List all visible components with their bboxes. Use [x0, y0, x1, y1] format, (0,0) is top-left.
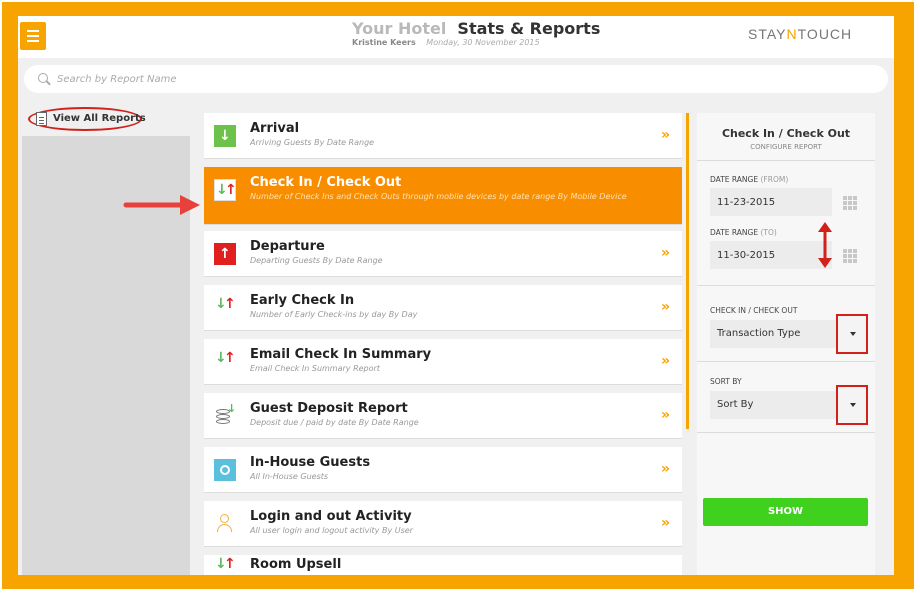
screenshot-frame: Your Hotel Stats & Reports Kristine Keer…	[2, 2, 914, 589]
report-description: Arriving Guests By Date Range	[250, 138, 375, 147]
report-name: Room Upsell	[250, 557, 342, 572]
brand-text-right: TOUCH	[797, 26, 853, 42]
divider	[697, 361, 875, 362]
menu-line	[27, 30, 39, 32]
user-activity-icon	[214, 513, 236, 535]
date-to-hint: (To)	[760, 228, 777, 237]
date-from-label: Date Range (From)	[710, 175, 788, 184]
transaction-type-value: Transaction Type	[717, 328, 801, 339]
room-upsell-icon: ↓ ↑	[215, 556, 236, 572]
sidebar-header: View All Reports	[22, 101, 190, 136]
report-item-early-check-in[interactable]: ↓ ↑ Early Check In Number of Early Check-…	[204, 285, 682, 331]
chevron-down-icon[interactable]	[836, 385, 868, 425]
report-name: Early Check In	[250, 293, 355, 308]
date-from-label-text: Date Range	[710, 175, 759, 184]
report-description: Number of Early Check-ins by day By Day	[250, 310, 418, 319]
date-from-hint: (From)	[760, 175, 789, 184]
email-checkin-icon: ↓ ↑	[215, 350, 236, 366]
top-bar: Your Hotel Stats & Reports Kristine Keer…	[18, 16, 894, 58]
report-description: All user login and logout activity By Us…	[250, 526, 413, 535]
menu-line	[27, 35, 39, 37]
user-date-line: Kristine Keers Monday, 30 November 2015	[352, 38, 540, 47]
sort-by-label: Sort By	[710, 377, 742, 386]
hamburger-menu-button[interactable]	[20, 22, 46, 50]
report-name: Guest Deposit Report	[250, 401, 408, 416]
view-all-reports-button[interactable]: View All Reports	[28, 107, 146, 131]
deposit-coins-icon: ↓	[214, 402, 236, 427]
hotel-name: Your Hotel	[352, 19, 447, 38]
brand-logo: STAYNTOUCH	[748, 26, 852, 42]
user-name: Kristine Keers	[352, 38, 416, 47]
panel-subtitle: Configure Report	[750, 143, 822, 151]
report-item-login-out-activity[interactable]: Login and out Activity All user login an…	[204, 501, 682, 547]
annotation-double-arrow-icon	[818, 222, 832, 268]
show-button[interactable]: SHOW	[703, 498, 868, 526]
date-to-label-text: Date Range	[710, 228, 759, 237]
search-icon	[38, 73, 48, 83]
chevron-right-icon: »	[660, 127, 670, 143]
checkin-checkout-icon: ↓ ↑	[214, 179, 237, 201]
menu-line	[27, 40, 39, 42]
report-description: Departing Guests By Date Range	[250, 256, 383, 265]
panel-title: Check In / Check Out	[721, 127, 851, 140]
early-checkin-icon: ↓ ↑	[215, 296, 236, 312]
business-date: Monday, 30 November 2015	[426, 38, 540, 47]
divider	[697, 432, 875, 433]
departure-icon: ↑	[214, 243, 236, 265]
report-item-email-check-in-summary[interactable]: ↓ ↑ Email Check In Summary Email Check In…	[204, 339, 682, 385]
title-block: Your Hotel Stats & Reports	[352, 19, 652, 38]
chevron-right-icon: »	[660, 299, 670, 315]
report-item-departure[interactable]: ↑ Departure Departing Guests By Date Ran…	[204, 231, 682, 277]
report-item-arrival[interactable]: ↓ Arrival Arriving Guests By Date Range …	[204, 113, 682, 159]
sidebar: View All Reports	[22, 101, 190, 575]
report-item-room-upsell[interactable]: ↓ ↑ Room Upsell	[204, 555, 682, 575]
report-name: Email Check In Summary	[250, 347, 432, 362]
report-name: Departure	[250, 239, 325, 254]
report-description: All In-House Guests	[250, 472, 329, 481]
date-to-field[interactable]	[710, 241, 832, 269]
document-icon	[36, 112, 47, 126]
chevron-down-icon[interactable]	[836, 314, 868, 354]
check-in-out-label: Check In / Check Out	[710, 306, 798, 315]
calendar-icon[interactable]	[843, 249, 857, 263]
sort-by-select[interactable]: Sort By	[710, 385, 868, 425]
chevron-right-icon: »	[660, 353, 670, 369]
app-screen: Your Hotel Stats & Reports Kristine Keer…	[18, 16, 894, 575]
search-bar	[24, 65, 888, 93]
date-to-label: Date Range (To)	[710, 228, 777, 237]
chevron-right-icon: »	[660, 245, 670, 261]
in-house-icon	[214, 459, 236, 481]
report-name: Login and out Activity	[250, 509, 412, 524]
report-description: Deposit due / paid by date By Date Range	[250, 418, 419, 427]
chevron-right-icon: »	[660, 407, 670, 423]
calendar-icon[interactable]	[843, 196, 857, 210]
view-all-reports-label: View All Reports	[53, 113, 146, 124]
list-divider	[686, 113, 689, 429]
sort-by-value: Sort By	[717, 399, 754, 410]
chevron-right-icon: »	[660, 461, 670, 477]
search-input[interactable]	[57, 69, 837, 89]
transaction-type-select[interactable]: Transaction Type	[710, 314, 868, 354]
divider	[697, 285, 875, 286]
divider	[697, 160, 875, 161]
report-name: In-House Guests	[250, 455, 371, 470]
report-name: Arrival	[250, 121, 300, 136]
report-item-guest-deposit[interactable]: ↓ Guest Deposit Report Deposit due / pai…	[204, 393, 682, 439]
configure-panel: Check In / Check Out Configure Report Da…	[697, 113, 875, 575]
page-title: Stats & Reports	[457, 19, 601, 38]
report-description: Number of Check Ins and Check Outs throu…	[250, 192, 627, 201]
report-item-in-house-guests[interactable]: In-House Guests All In-House Guests »	[204, 447, 682, 493]
annotation-arrow-icon	[123, 195, 200, 215]
report-description: Email Check In Summary Report	[250, 364, 380, 373]
arrival-icon: ↓	[214, 125, 236, 147]
chevron-right-icon: »	[660, 515, 670, 531]
brand-text-left: STAY	[748, 26, 787, 42]
report-name: Check In / Check Out	[250, 175, 402, 190]
brand-text-mid: N	[786, 26, 798, 42]
report-list: ↓ Arrival Arriving Guests By Date Range …	[204, 113, 682, 575]
report-item-check-in-check-out[interactable]: ↓ ↑ Check In / Check Out Number of Check …	[204, 167, 682, 225]
date-from-field[interactable]	[710, 188, 832, 216]
